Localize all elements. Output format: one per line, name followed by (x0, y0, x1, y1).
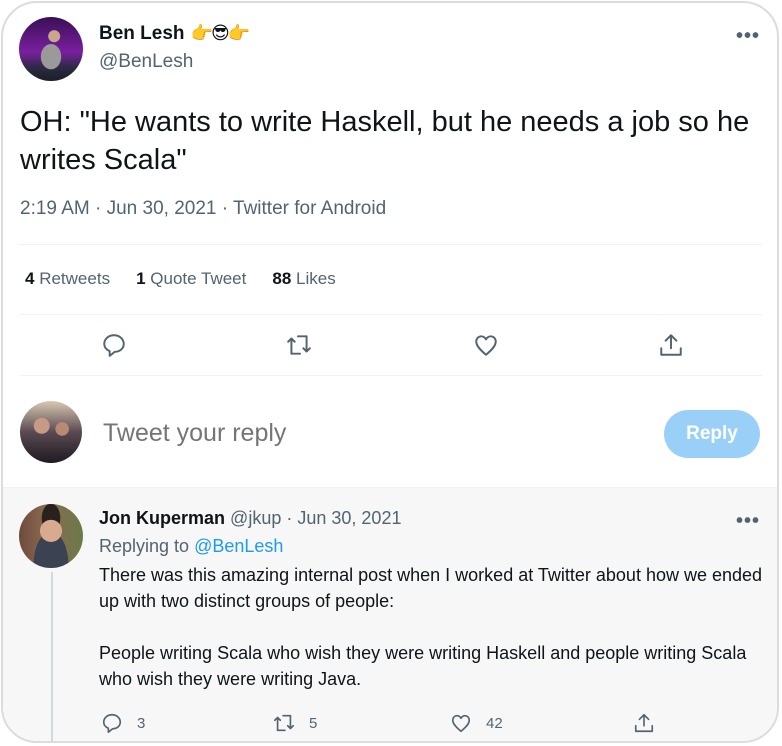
tweet-detail-card: Ben Lesh 👉😎👉 @BenLesh ••• OH: "He wants t… (1, 1, 779, 743)
reply-more-options-button[interactable]: ••• (736, 511, 760, 531)
author-name[interactable]: Ben Lesh 👉😎👉 (99, 23, 251, 45)
reply-text: There was this amazing internal post whe… (99, 562, 769, 718)
reply-paragraph: People writing Scala who wish they were … (99, 643, 747, 689)
more-horizontal-icon: ••• (736, 25, 761, 47)
comment-icon (102, 713, 122, 733)
tweet-stats: 4 Retweets 1 Quote Tweet 88 Likes (25, 269, 336, 289)
retweet-count: 5 (309, 714, 318, 732)
author-emoji: 👉😎👉 (190, 23, 251, 43)
tweet-text: OH: "He wants to write Haskell, but he n… (20, 106, 750, 176)
more-options-button[interactable]: ••• (736, 26, 760, 46)
share-action-button[interactable] (658, 332, 684, 358)
retweet-icon (274, 714, 294, 732)
replying-to: Replying to @BenLesh (99, 536, 284, 556)
reply-author-avatar[interactable] (19, 504, 83, 568)
likes-stat[interactable]: 88 Likes (272, 269, 335, 289)
reply-paragraph: There was this amazing internal post whe… (99, 565, 763, 611)
replying-to-link[interactable]: @BenLesh (194, 536, 283, 556)
like-count: 42 (486, 714, 503, 732)
reply-action-button[interactable] (101, 332, 127, 358)
reply-share-button[interactable] (633, 712, 655, 734)
divider (20, 314, 762, 315)
author-handle[interactable]: @BenLesh (99, 51, 193, 73)
reply-input[interactable] (101, 418, 625, 449)
separator: · (286, 508, 293, 528)
reply-header: Jon Kuperman @jkup · Jun 30, 2021 (99, 508, 401, 529)
reply-retweet-button[interactable]: 5 (273, 712, 317, 734)
quote-tweets-stat[interactable]: 1 Quote Tweet (136, 269, 246, 289)
more-horizontal-icon: ••• (736, 510, 761, 532)
reply-like-button[interactable]: 42 (450, 712, 503, 734)
share-icon (660, 334, 682, 356)
comment-icon (103, 334, 125, 357)
retweet-icon (287, 335, 311, 355)
reply-tweet[interactable]: Jon Kuperman @jkup · Jun 30, 2021 ••• Re… (3, 487, 777, 741)
share-icon (634, 713, 654, 733)
divider (20, 375, 762, 376)
retweet-action-button[interactable] (286, 332, 312, 358)
reply-date[interactable]: Jun 30, 2021 (297, 508, 401, 528)
divider (20, 244, 762, 245)
heart-icon (451, 714, 471, 733)
reply-author-name[interactable]: Jon Kuperman (99, 508, 225, 528)
current-user-avatar[interactable] (20, 401, 82, 463)
retweets-stat[interactable]: 4 Retweets (25, 269, 110, 289)
heart-icon (475, 335, 497, 356)
reply-button[interactable]: Reply (664, 410, 760, 458)
thread-line (51, 572, 53, 741)
like-action-button[interactable] (473, 332, 499, 358)
reply-count: 3 (137, 714, 146, 732)
author-avatar[interactable] (19, 17, 83, 81)
tweet-meta[interactable]: 2:19 AM · Jun 30, 2021 · Twitter for And… (20, 198, 386, 220)
reply-reply-button[interactable]: 3 (101, 712, 145, 734)
reply-author-handle[interactable]: @jkup (230, 508, 281, 528)
